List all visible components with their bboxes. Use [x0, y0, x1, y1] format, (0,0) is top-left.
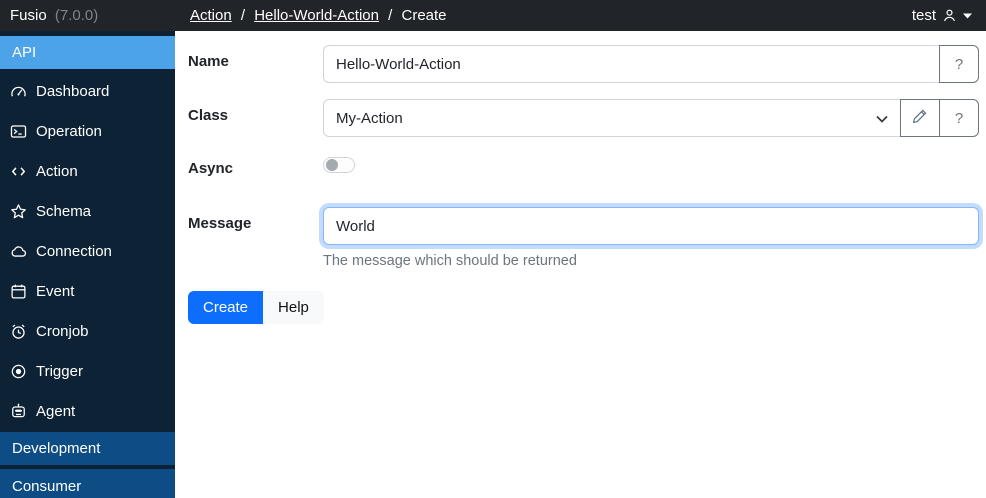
terminal-icon — [10, 123, 27, 140]
name-help-button[interactable]: ? — [939, 45, 979, 83]
sidebar-item-label: Dashboard — [36, 83, 109, 100]
brand-name: Fusio — [10, 7, 47, 24]
class-row: Class My-Action — [188, 99, 979, 137]
message-row: Message The message which should be retu… — [188, 207, 979, 269]
sidebar-nav: Dashboard Operation — [0, 71, 175, 431]
username: test — [912, 7, 936, 24]
name-row: Name ? — [188, 45, 979, 83]
brand: Fusio (7.0.0) — [0, 7, 175, 24]
breadcrumb-separator: / — [241, 7, 245, 24]
sidebar-item-label: Agent — [36, 403, 75, 420]
sidebar: API Dashboard — [0, 31, 175, 498]
toggle-knob — [326, 159, 338, 171]
create-button[interactable]: Create — [188, 291, 263, 324]
main-content: Name ? Class My-Action — [175, 31, 986, 498]
help-button[interactable]: Help — [263, 291, 324, 324]
class-label: Class — [188, 99, 323, 137]
breadcrumb-current: Create — [402, 7, 447, 24]
robot-icon — [10, 403, 27, 420]
breadcrumb: Action / Hello-World-Action / Create — [175, 7, 912, 24]
message-help-text: The message which should be returned — [323, 253, 979, 269]
sidebar-item-dashboard[interactable]: Dashboard — [0, 71, 175, 111]
sidebar-item-event[interactable]: Event — [0, 271, 175, 311]
star-icon — [10, 203, 27, 220]
user-menu[interactable]: test — [912, 7, 986, 24]
page-layout: API Dashboard — [0, 31, 986, 498]
sidebar-item-cronjob[interactable]: Cronjob — [0, 311, 175, 351]
sidebar-item-trigger[interactable]: Trigger — [0, 351, 175, 391]
message-label: Message — [188, 207, 323, 269]
breadcrumb-separator: / — [388, 7, 392, 24]
sidebar-section-consumer[interactable]: Consumer — [0, 469, 175, 498]
brand-version: (7.0.0) — [55, 7, 98, 24]
async-label: Async — [188, 152, 323, 177]
code-icon — [10, 163, 27, 180]
name-input[interactable] — [323, 45, 940, 83]
class-edit-button[interactable] — [900, 99, 940, 137]
target-icon — [10, 363, 27, 380]
sidebar-section-label: Consumer — [12, 478, 81, 495]
sidebar-section-api[interactable]: API — [0, 36, 175, 69]
sidebar-item-schema[interactable]: Schema — [0, 191, 175, 231]
breadcrumb-action-link[interactable]: Action — [190, 7, 232, 24]
sidebar-item-agent[interactable]: Agent — [0, 391, 175, 431]
sidebar-item-label: Event — [36, 283, 74, 300]
chevron-down-icon — [876, 110, 888, 127]
sidebar-section-label: Development — [12, 440, 100, 457]
class-select-value: My-Action — [336, 110, 403, 127]
sidebar-item-label: Schema — [36, 203, 91, 220]
sidebar-item-label: Cronjob — [36, 323, 89, 340]
top-bar: Fusio (7.0.0) Action / Hello-World-Actio… — [0, 0, 986, 31]
form-actions: Create Help — [188, 291, 979, 324]
pencil-icon — [912, 108, 928, 128]
sidebar-section-label: API — [12, 44, 36, 61]
sidebar-item-label: Connection — [36, 243, 112, 260]
sidebar-item-operation[interactable]: Operation — [0, 111, 175, 151]
calendar-icon — [10, 283, 27, 300]
class-select[interactable]: My-Action — [323, 99, 901, 137]
chevron-down-icon — [963, 13, 972, 19]
person-icon — [942, 8, 957, 23]
sidebar-section-development[interactable]: Development — [0, 432, 175, 465]
cloud-icon — [10, 243, 27, 260]
breadcrumb-entity-link[interactable]: Hello-World-Action — [254, 7, 379, 24]
sidebar-item-label: Action — [36, 163, 78, 180]
sidebar-item-action[interactable]: Action — [0, 151, 175, 191]
sidebar-item-label: Operation — [36, 123, 102, 140]
message-input[interactable] — [323, 207, 979, 245]
alarm-clock-icon — [10, 323, 27, 340]
sidebar-item-connection[interactable]: Connection — [0, 231, 175, 271]
class-help-button[interactable]: ? — [939, 99, 979, 137]
async-toggle[interactable] — [323, 157, 355, 173]
async-row: Async — [188, 152, 979, 177]
sidebar-item-label: Trigger — [36, 363, 83, 380]
name-label: Name — [188, 45, 323, 83]
speedometer-icon — [10, 83, 27, 100]
